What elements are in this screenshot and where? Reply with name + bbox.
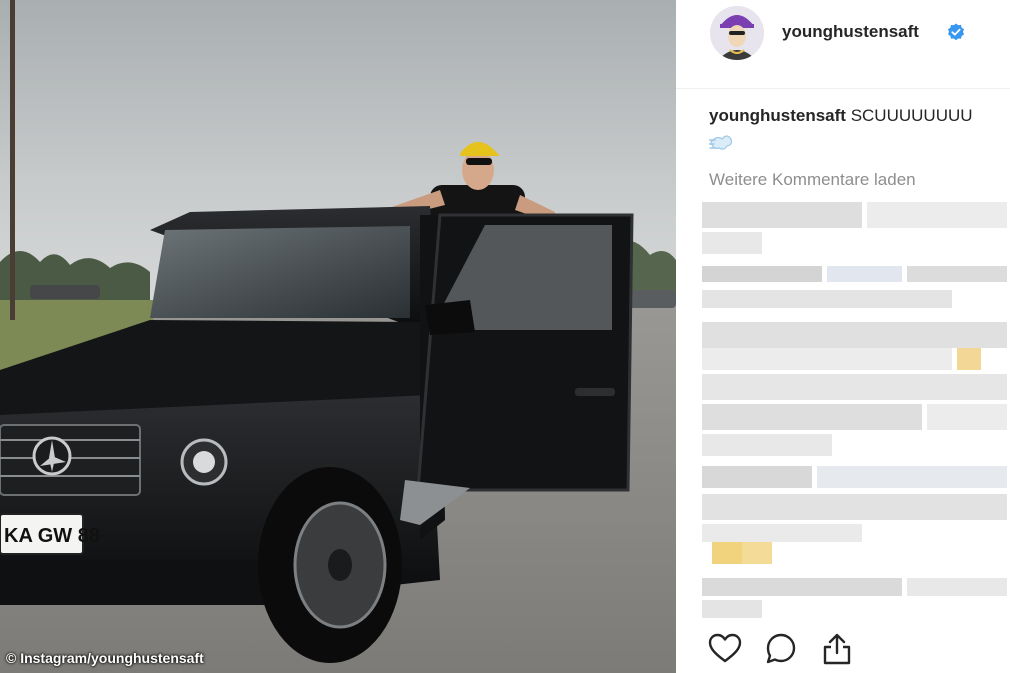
car-mirror — [425, 300, 475, 335]
avatar-image — [710, 6, 764, 60]
heart-icon[interactable] — [708, 632, 742, 666]
parked-cars — [30, 285, 100, 299]
post-side-panel: younghustensaft younghustensaft SCUUUUUU… — [676, 0, 1010, 673]
share-icon[interactable] — [820, 632, 854, 666]
car-windshield — [150, 226, 410, 318]
caption-text: SCUUUUUUUU — [850, 106, 973, 125]
blurred-comment-block — [702, 578, 1007, 618]
verified-badge-icon — [948, 23, 964, 41]
post-actions — [676, 628, 1010, 673]
license-plate-text: KA GW 88 — [4, 525, 100, 547]
post-caption: younghustensaft SCUUUUUUUU — [709, 106, 1009, 126]
caption-username[interactable]: younghustensaft — [709, 106, 846, 125]
post-header: younghustensaft — [676, 0, 1010, 89]
blurred-comment-block — [702, 466, 1007, 564]
photo-credit: © Instagram/younghustensaft — [6, 650, 204, 666]
car-bumper — [0, 560, 280, 605]
person-sunglasses — [466, 158, 492, 165]
car-door-handle — [575, 388, 615, 396]
blurred-comment-block — [702, 202, 1007, 308]
post-photo[interactable]: KA GW 88 © Instagram/younghustensaft — [0, 0, 676, 673]
load-more-comments-link[interactable]: Weitere Kommentare laden — [709, 170, 916, 190]
photo-scene: KA GW 88 — [0, 0, 676, 673]
avatar[interactable] — [710, 6, 764, 60]
blurred-comments — [702, 202, 1007, 618]
post-username[interactable]: younghustensaft — [782, 22, 919, 42]
comment-icon[interactable] — [764, 632, 798, 666]
blurred-comment-block — [702, 322, 1007, 456]
wind-emoji-icon — [709, 135, 733, 150]
pole — [10, 0, 15, 320]
